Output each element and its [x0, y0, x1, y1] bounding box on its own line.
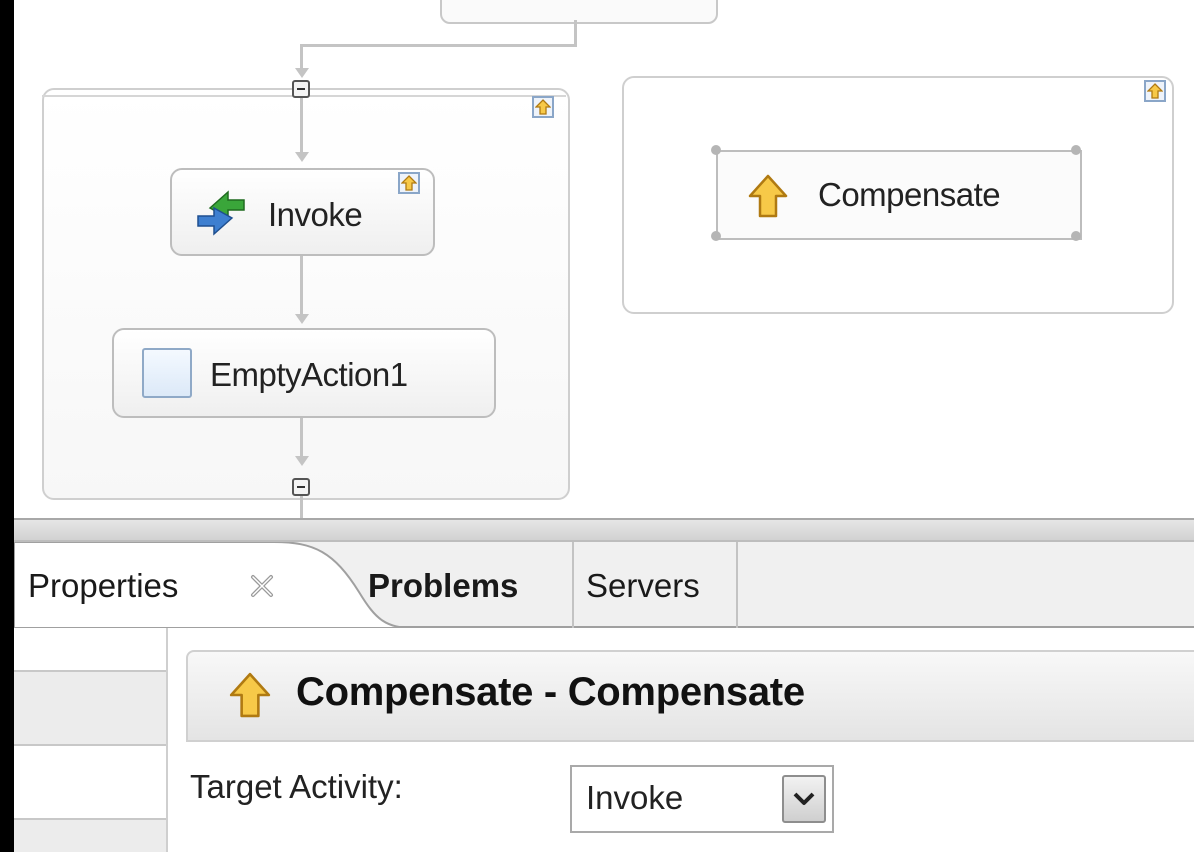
connector: [574, 20, 577, 46]
compensation-handler-icon[interactable]: [532, 96, 554, 118]
compensate-up-arrow-icon: [748, 174, 788, 218]
tab-servers-label[interactable]: Servers: [586, 567, 700, 605]
invoke-label: Invoke: [268, 196, 363, 233]
target-activity-select[interactable]: Invoke: [570, 765, 834, 833]
properties-title: Compensate - Compensate: [296, 670, 805, 714]
collapse-icon[interactable]: [292, 80, 310, 98]
view-sash[interactable]: [14, 518, 1194, 542]
connector-arrow: [295, 68, 309, 78]
connector: [300, 256, 303, 316]
compensate-activity[interactable]: Compensate: [716, 150, 1082, 240]
compensate-label: Compensate: [818, 176, 1001, 213]
connector: [300, 44, 577, 47]
window-frame: Invoke EmptyAction1 Compensate Propertie…: [14, 0, 1194, 852]
target-activity-value: Invoke: [586, 779, 684, 816]
properties-section-tab[interactable]: [14, 818, 168, 852]
connector: [300, 496, 303, 518]
section-tabs-divider: [166, 628, 168, 852]
empty-action-label: EmptyAction1: [210, 356, 408, 393]
invoke-arrows-icon: [197, 190, 245, 236]
sequence-scope[interactable]: [42, 88, 570, 500]
previous-activity-node[interactable]: [440, 0, 718, 24]
tab-properties-label: Properties: [28, 567, 179, 604]
connector: [300, 418, 303, 458]
connector-arrow: [295, 152, 309, 162]
tab-separator: [572, 542, 574, 628]
dropdown-chevron-icon: [793, 792, 815, 805]
close-icon[interactable]: [248, 572, 276, 600]
collapse-icon[interactable]: [292, 478, 310, 496]
process-canvas[interactable]: Invoke EmptyAction1 Compensate: [14, 0, 1194, 518]
compensation-handler-icon[interactable]: [398, 172, 420, 194]
selection-handle[interactable]: [711, 231, 721, 241]
invoke-activity[interactable]: Invoke: [170, 168, 435, 256]
connector: [300, 98, 303, 154]
tab-separator: [736, 542, 738, 628]
properties-section-tab[interactable]: [14, 670, 168, 746]
dropdown-button[interactable]: [782, 775, 826, 823]
selection-handle[interactable]: [1071, 145, 1081, 155]
connector-arrow: [295, 314, 309, 324]
tab-problems-label[interactable]: Problems: [368, 567, 518, 605]
empty-action-activity[interactable]: EmptyAction1: [112, 328, 496, 418]
compensate-up-arrow-icon: [229, 672, 271, 718]
empty-action-icon: [142, 348, 192, 398]
target-activity-label: Target Activity:: [190, 768, 403, 805]
compensation-handler-icon[interactable]: [1144, 80, 1166, 102]
selection-handle[interactable]: [1071, 231, 1081, 241]
selection-handle[interactable]: [711, 145, 721, 155]
connector-arrow: [295, 456, 309, 466]
